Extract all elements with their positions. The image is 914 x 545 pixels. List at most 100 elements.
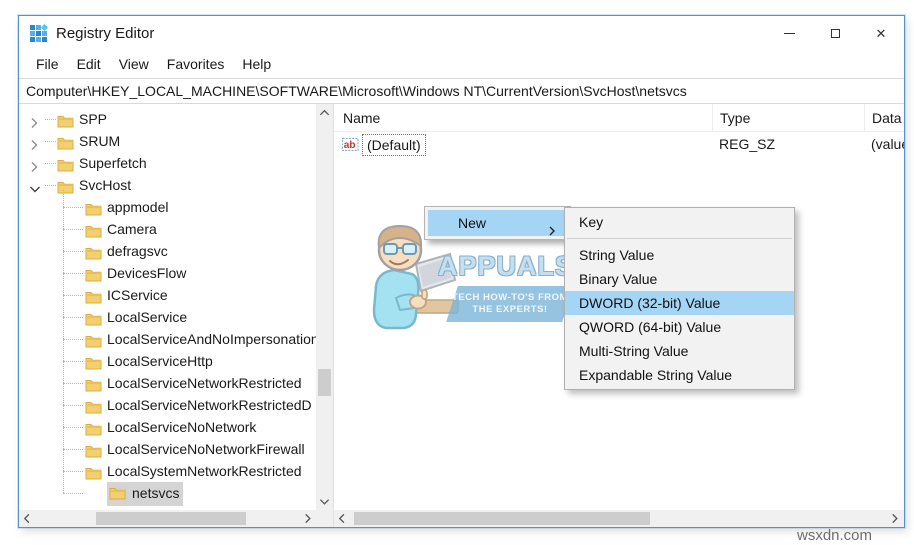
context-menu: New	[424, 206, 571, 240]
submenu-item-multi-string-value[interactable]: Multi-String Value	[565, 339, 794, 363]
tree-item-label: LocalServiceNetworkRestricted	[107, 375, 302, 391]
tree-connector	[63, 339, 83, 340]
tree-connector	[63, 493, 83, 494]
tree-item-label: defragsvc	[107, 243, 168, 259]
tree-connector	[63, 449, 83, 450]
tree-vertical-scrollbar[interactable]	[316, 104, 333, 510]
tree-item-label: LocalServiceNoNetwork	[107, 419, 257, 435]
context-menu-item-new-label: New	[458, 215, 487, 231]
tree-horizontal-scrollbar[interactable]	[19, 510, 317, 527]
tree-item-label: LocalServiceNoNetworkFirewall	[107, 441, 305, 457]
tree-item-label: ICService	[107, 287, 168, 303]
tree-connector-line	[63, 190, 64, 493]
tree-connector	[45, 163, 56, 164]
scrollbar-thumb[interactable]	[318, 369, 331, 396]
tree-item-selected[interactable]: netsvcs	[107, 482, 184, 506]
tree-item-label: appmodel	[107, 199, 169, 215]
scroll-left-icon[interactable]	[19, 510, 36, 527]
submenu-item-key[interactable]: Key	[565, 210, 794, 234]
submenu-item-qword-64-bit-value[interactable]: QWORD (64-bit) Value	[565, 315, 794, 339]
scroll-right-icon[interactable]	[887, 510, 904, 527]
tree-connector	[63, 471, 83, 472]
scrollbar-thumb[interactable]	[96, 512, 246, 525]
tree-item-label: Superfetch	[79, 155, 147, 171]
minimize-icon[interactable]	[766, 16, 812, 50]
tree-connector	[63, 229, 83, 230]
maximize-icon[interactable]	[812, 16, 858, 50]
scroll-down-icon[interactable]	[316, 493, 333, 510]
column-header-type[interactable]: Type	[712, 104, 864, 132]
tree-connector	[45, 185, 56, 186]
chevron-right-icon[interactable]	[29, 157, 41, 172]
column-header-name[interactable]: Name	[334, 104, 712, 132]
tree-connector	[63, 251, 83, 252]
submenu-item-binary-value[interactable]: Binary Value	[565, 267, 794, 291]
value-row-default[interactable]: ab (Default) REG_SZ (value not set)	[334, 134, 904, 156]
tree-item-label: SvcHost	[79, 177, 132, 193]
registry-tree-pane: SPP SRUM Superfetch SvcHost appmodel Cam…	[19, 104, 334, 527]
tree-item-label: LocalSystemNetworkRestricted	[107, 463, 302, 479]
tree-item-SPP[interactable]: SPP	[19, 108, 317, 130]
column-header-data[interactable]: Data	[864, 104, 904, 132]
tree-connector	[63, 207, 83, 208]
address-path: Computer\HKEY_LOCAL_MACHINE\SOFTWARE\Mic…	[26, 83, 687, 99]
tree-item-label: SPP	[79, 111, 108, 127]
chevron-down-icon[interactable]	[29, 179, 41, 193]
scroll-left-icon[interactable]	[334, 510, 351, 527]
menu-view[interactable]: View	[110, 52, 158, 76]
tree-connector	[63, 317, 83, 318]
menu-separator	[565, 234, 794, 243]
tree-connector	[63, 361, 83, 362]
menu-help[interactable]: Help	[233, 52, 280, 76]
chevron-right-icon[interactable]	[29, 113, 41, 128]
tree-item-label: LocalServiceNetworkRestrictedD	[107, 397, 312, 413]
menu-favorites[interactable]: Favorites	[158, 52, 234, 76]
window-title: Registry Editor	[56, 24, 155, 42]
registry-editor-app-icon	[29, 24, 48, 42]
scrollbar-corner	[316, 510, 333, 527]
svg-text:ab: ab	[344, 140, 356, 151]
value-type: REG_SZ	[719, 136, 776, 152]
chevron-right-icon[interactable]	[29, 135, 41, 150]
tree-viewport: SPP SRUM Superfetch SvcHost appmodel Cam…	[19, 104, 317, 510]
tree-connector	[63, 405, 83, 406]
tree-item-label: netsvcs	[132, 485, 180, 501]
values-horizontal-scrollbar[interactable]	[334, 510, 904, 527]
tree-item-Superfetch[interactable]: Superfetch	[19, 152, 317, 174]
new-submenu: Key String Value Binary Value DWORD (32-bit…	[564, 207, 795, 390]
tree-connector	[45, 119, 56, 120]
context-menu-item-new[interactable]: New	[428, 210, 567, 236]
tree-item-label: Camera	[107, 221, 157, 237]
address-bar[interactable]: Computer\HKEY_LOCAL_MACHINE\SOFTWARE\Mic…	[19, 78, 904, 104]
folder-icon	[109, 487, 126, 503]
scroll-up-icon[interactable]	[316, 104, 333, 121]
menu-file[interactable]: File	[27, 52, 68, 76]
tree-item-label: DevicesFlow	[107, 265, 187, 281]
close-icon[interactable]: ✕	[858, 16, 904, 50]
menu-edit[interactable]: Edit	[68, 52, 110, 76]
string-value-icon: ab	[342, 137, 362, 159]
tree-item-label: LocalService	[107, 309, 188, 325]
titlebar: Registry Editor ✕	[19, 16, 904, 50]
tree-item-label: LocalServiceHttp	[107, 353, 213, 369]
submenu-item-expandable-string-value[interactable]: Expandable String Value	[565, 363, 794, 387]
tree-connector	[63, 383, 83, 384]
scrollbar-thumb[interactable]	[354, 512, 650, 525]
list-header: Name Type Data	[334, 104, 904, 132]
menubar: File Edit View Favorites Help	[19, 50, 904, 78]
tree-connector	[63, 273, 83, 274]
page: Registry Editor ✕ File Edit View Favorites H…	[0, 0, 914, 545]
tree-item-SRUM[interactable]: SRUM	[19, 130, 317, 152]
submenu-arrow-icon	[547, 218, 557, 244]
tree-connector	[63, 427, 83, 428]
tree-item-label: LocalServiceAndNoImpersonation	[107, 331, 317, 347]
submenu-item-string-value[interactable]: String Value	[565, 243, 794, 267]
value-name[interactable]: (Default)	[362, 134, 426, 156]
caption-buttons: ✕	[766, 16, 904, 50]
site-credit: wsxdn.com	[797, 527, 873, 544]
scroll-right-icon[interactable]	[300, 510, 317, 527]
tree-connector	[63, 295, 83, 296]
tree-item-label: SRUM	[79, 133, 121, 149]
submenu-item-dword-32-bit-value[interactable]: DWORD (32-bit) Value	[565, 291, 794, 315]
value-data: (value not set)	[871, 136, 904, 152]
